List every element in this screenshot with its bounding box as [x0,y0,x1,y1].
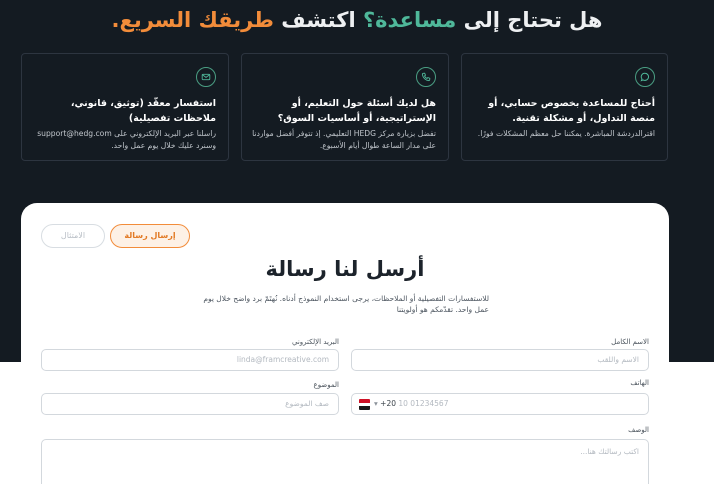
help-card-education[interactable]: هل لديك أسئلة حول التعليم، أو الإستراتيج… [241,53,449,161]
description-label: الوصف [628,426,649,434]
headline-part-3: اكتشف [281,8,356,32]
subject-label: الموضوع [313,381,339,389]
form-title: أرسل لنا رسالة [265,257,425,281]
card-desc: اقترالدردشة المباشرة. يمكننا حل معظم الم… [477,129,655,138]
card-title: هل لديك أسئلة حول التعليم، أو الإستراتيج… [277,98,436,124]
description-textarea[interactable]: اكتب رسالتك هنا... [41,439,649,484]
headline-part-2: مساعدة؟ [362,8,457,32]
phone-placeholder: 10 01234567 [398,399,449,408]
phone-text: ▾ +20 10 01234567 [374,399,449,408]
contact-form-card: إرسال رسالة الامتثال أرسل لنا رسالة للاس… [21,203,669,484]
help-card-account[interactable]: أحتاج للمساعدة بخصوص حسابي، أو منصة التد… [461,53,668,161]
help-headline: هل تحتاج إلى مساعدة؟ اكتشف طريقك السريع. [0,6,714,34]
headline-part-1: هل تحتاج إلى [463,8,603,32]
mail-icon [196,67,216,87]
card-title: استفسار معقّد (توثيق، قانوني، ملاحظات تف… [70,98,216,124]
help-card-complex[interactable]: استفسار معقّد (توثيق، قانوني، ملاحظات تف… [21,53,229,161]
card-desc: تفضل بزيارة مركز HEDG التعليمي. إذ تتوفر… [252,129,436,150]
form-description: للاستفسارات التفصيلية أو الملاحظات، يرجى… [203,294,489,314]
page: هل تحتاج إلى مساعدة؟ اكتشف طريقك السريع.… [0,0,714,484]
full-name-input[interactable]: الاسم واللقب [351,349,649,371]
subject-input[interactable]: صف الموضوع [41,393,339,415]
card-desc: راسلنا عبر البريد الإلكتروني على support… [37,129,216,150]
tab-compliance[interactable]: الامتثال [41,224,105,248]
phone-input[interactable]: ▾ +20 10 01234567 [351,393,649,415]
tab-send-message[interactable]: إرسال رسالة [110,224,190,248]
egypt-flag-icon[interactable] [359,399,370,410]
email-input[interactable]: linda@framcreative.com [41,349,339,371]
headline-part-4: طريقك السريع. [111,8,274,32]
phone-country-code: +20 [380,399,396,408]
full-name-label: الاسم الكامل [611,338,649,346]
email-label: البريد الإلكتروني [292,338,339,346]
phone-label: الهاتف [630,379,649,387]
phone-icon [416,67,436,87]
chat-icon [635,67,655,87]
card-title: أحتاج للمساعدة بخصوص حسابي، أو منصة التد… [488,98,655,124]
